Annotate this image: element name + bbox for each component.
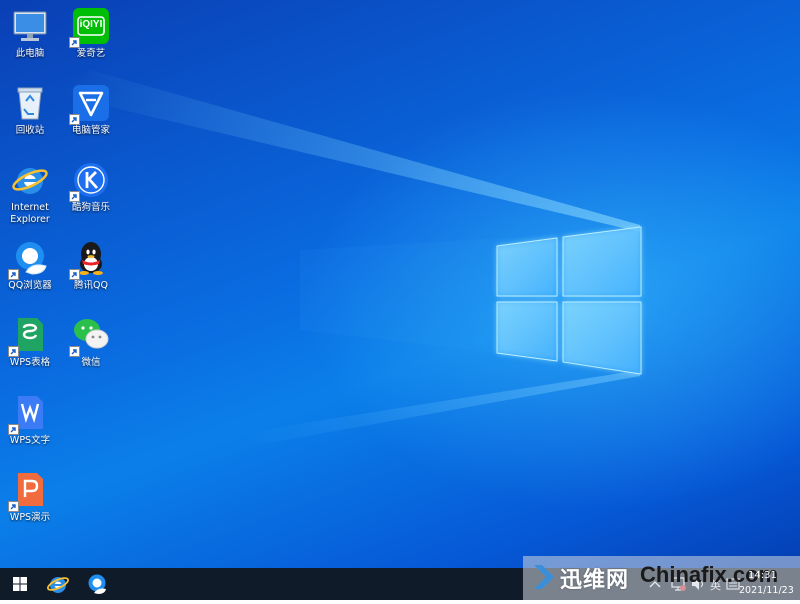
desktop-icon-label: WPS演示 [9,512,51,523]
desktop-icon-wps-writer[interactable]: WPS文字 [0,393,60,447]
desktop-icon-tencent-qq[interactable]: 腾讯QQ [61,238,121,292]
chinafix-logo-icon [534,565,554,589]
shortcut-arrow-icon [69,191,80,202]
desktop-icon-this-pc[interactable]: 此电脑 [0,6,60,60]
desktop-icon-label: 微信 [81,357,101,368]
desktop[interactable]: 此电脑 回收站 Internet Explorer QQ浏览器 WPS表格 WP… [0,0,800,568]
computer-icon [10,6,50,46]
desktop-icon-label: Internet Explorer [10,202,50,225]
desktop-icon-label: 酷狗音乐 [71,202,110,213]
shortcut-arrow-icon [69,114,80,125]
iqiyi-icon: iQIYI [69,6,111,48]
desktop-icon-wechat[interactable]: 微信 [61,315,121,369]
shortcut-arrow-icon [8,501,19,512]
desktop-icon-wps-sheet[interactable]: WPS表格 [0,315,60,369]
watermark-cn-text: 迅维网 [560,568,630,593]
shortcut-arrow-icon [69,346,80,357]
shortcut-arrow-icon [8,424,19,435]
desktop-icon-kugou[interactable]: 酷狗音乐 [61,160,121,214]
kugou-icon [69,160,111,202]
desktop-icon-label: 此电脑 [15,48,45,59]
ie-icon [10,160,50,200]
shortcut-arrow-icon [8,346,19,357]
desktop-icon-recycle-bin[interactable]: 回收站 [0,83,60,137]
wps-sheet-icon [8,315,50,357]
taskbar-clock-time[interactable]: 14:31 [748,570,777,581]
shortcut-arrow-icon [8,269,19,280]
qq-browser-icon [8,238,50,280]
wps-writer-icon [8,393,50,435]
desktop-icon-iqiyi[interactable]: iQIYI 爱奇艺 [61,6,121,60]
desktop-icon-internet-explorer[interactable]: Internet Explorer [0,160,60,226]
qq-icon [69,238,111,280]
recycle-bin-icon [10,83,50,123]
desktop-icon-label: 爱奇艺 [76,48,106,59]
qq-browser-icon [88,574,106,594]
ie-icon [46,577,70,593]
desktop-icon-label: 腾讯QQ [74,280,108,291]
iqiyi-logo-text: iQIYI [79,19,103,30]
desktop-icon-label: 回收站 [15,125,45,136]
taskbar-qq-browser[interactable] [77,568,117,600]
desktop-icon-pc-manager[interactable]: 电脑管家 [61,83,121,137]
wps-presentation-icon [8,470,50,512]
desktop-icon-label: QQ浏览器 [8,280,52,291]
shortcut-arrow-icon [69,269,80,280]
desktop-icon-wps-presentation[interactable]: WPS演示 [0,470,60,524]
shortcut-arrow-icon [69,37,80,48]
desktop-icon-label: WPS表格 [9,357,51,368]
wechat-icon [69,315,111,357]
desktop-icon-label: WPS文字 [9,435,51,446]
pc-manager-icon [69,83,111,125]
desktop-icon-label: 电脑管家 [71,125,110,136]
start-button[interactable] [0,568,40,600]
taskbar-clock-date[interactable]: 2021/11/23 [739,585,794,596]
taskbar-internet-explorer[interactable] [38,568,78,600]
desktop-icon-qq-browser[interactable]: QQ浏览器 [0,238,60,292]
start-icon [13,577,27,591]
